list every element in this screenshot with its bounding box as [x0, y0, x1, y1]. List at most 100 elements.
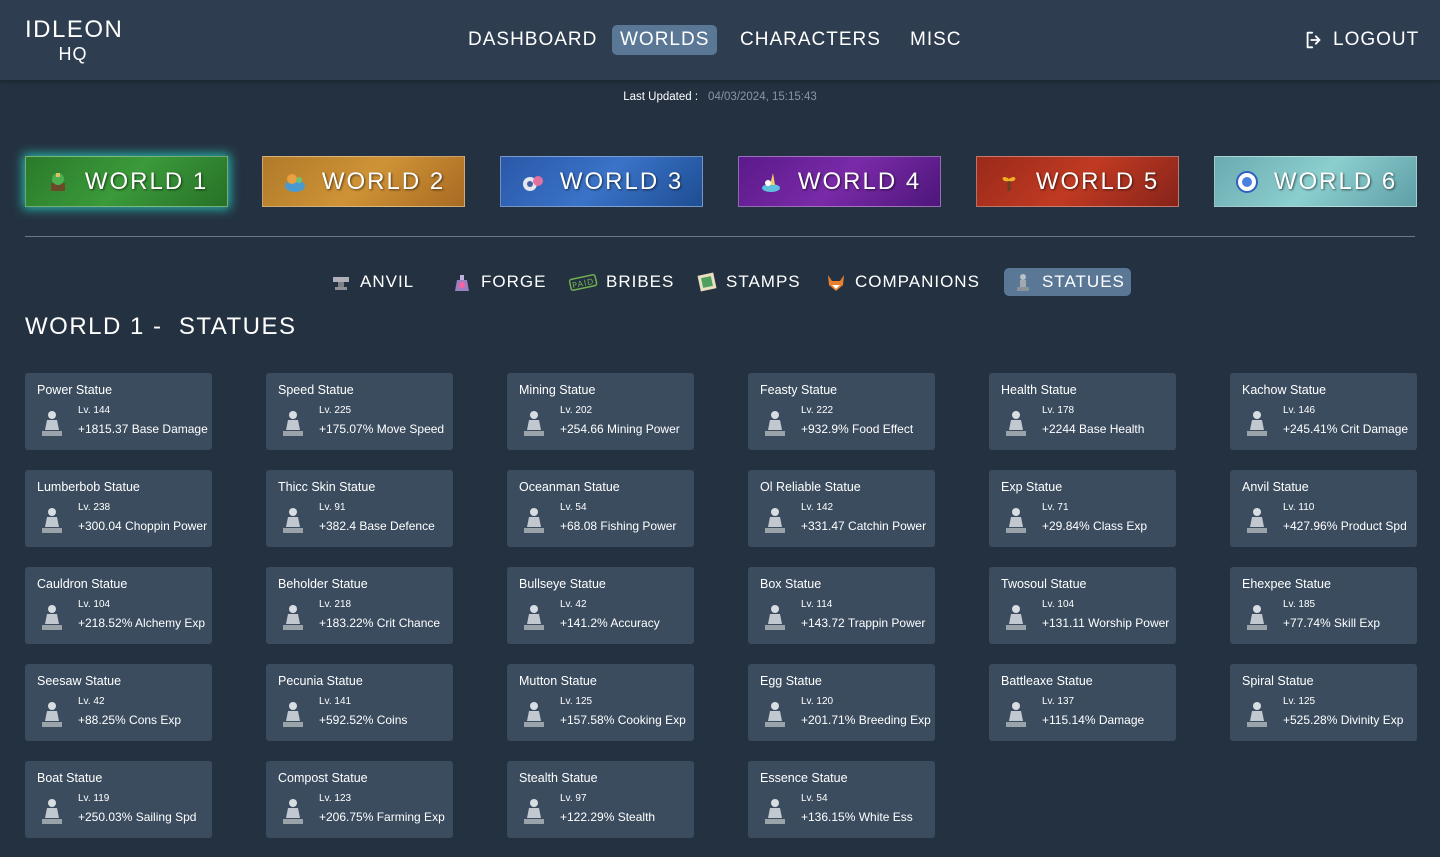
tab-stamps-label: STAMPS — [726, 272, 801, 291]
statue-bonus: +29.84% Class Exp — [1042, 519, 1148, 533]
statue-icon — [283, 411, 303, 436]
statue-card-kachow-statue[interactable]: Kachow Statue Lv. 146 +245.41% Crit Damage — [1230, 373, 1417, 450]
stamp-icon — [697, 272, 717, 292]
statue-card-ol-reliable-statue[interactable]: Ol Reliable Statue Lv. 142 +331.47 Catchin… — [748, 470, 935, 547]
statue-card-ehexpee-statue[interactable]: Ehexpee Statue Lv. 185 +77.74% Skill Exp — [1230, 567, 1417, 644]
world-4-button[interactable]: WORLD 4 — [738, 156, 941, 207]
statue-bonus: +136.15% White Ess — [801, 810, 913, 824]
statue-card-speed-statue[interactable]: Speed Statue Lv. 225 +175.07% Move Speed — [266, 373, 453, 450]
statue-card-spiral-statue[interactable]: Spiral Statue Lv. 125 +525.28% Divinity Ex… — [1230, 664, 1417, 741]
logout-button[interactable]: LOGOUT — [1303, 25, 1419, 55]
tab-anvil-label: ANVIL — [360, 272, 415, 291]
statue-level: Lv. 123 — [319, 793, 352, 804]
world-1-icon — [50, 172, 65, 191]
statue-icon — [283, 799, 303, 824]
statue-level: Lv. 104 — [78, 599, 111, 610]
statue-card-twosoul-statue[interactable]: Twosoul Statue Lv. 104 +131.11 Worship Pow… — [989, 567, 1176, 644]
fox-icon — [828, 275, 844, 291]
statue-level: Lv. 54 — [801, 793, 828, 804]
statue-icon — [42, 702, 62, 727]
statue-level: Lv. 144 — [78, 405, 111, 416]
world-4-label: WORLD 4 — [797, 167, 922, 195]
statue-bonus: +201.71% Breeding Exp — [801, 713, 931, 727]
statue-card-power-statue[interactable]: Power Statue Lv. 144 +1815.37 Base Damage — [25, 373, 212, 450]
statue-name: Lumberbob Statue — [37, 480, 140, 494]
statue-card-boat-statue[interactable]: Boat Statue Lv. 119 +250.03% Sailing Spd — [25, 761, 212, 838]
statue-card-mining-statue[interactable]: Mining Statue Lv. 202 +254.66 Mining Power — [507, 373, 694, 450]
statue-card-mutton-statue[interactable]: Mutton Statue Lv. 125 +157.58% Cooking Exp — [507, 664, 694, 741]
statue-bonus: +245.41% Crit Damage — [1283, 422, 1409, 436]
world-1-button[interactable]: WORLD 1 — [25, 156, 228, 207]
tab-statues[interactable]: STATUES — [1004, 268, 1131, 296]
statue-card-box-statue[interactable]: Box Statue Lv. 114 +143.72 Trappin Power — [748, 567, 935, 644]
world-2-icon — [284, 173, 305, 192]
statue-bonus: +331.47 Catchin Power — [801, 519, 927, 533]
statue-name: Compost Statue — [278, 771, 368, 785]
statue-level: Lv. 137 — [1042, 696, 1075, 707]
logout-icon — [1306, 31, 1321, 49]
world-2-button[interactable]: WORLD 2 — [262, 156, 465, 207]
statue-level: Lv. 125 — [1283, 696, 1316, 707]
statue-icon — [42, 508, 62, 533]
world-1-label: WORLD 1 — [84, 167, 209, 195]
statue-card-oceanman-statue[interactable]: Oceanman Statue Lv. 54 +68.08 Fishing Powe… — [507, 470, 694, 547]
statue-bonus: +1815.37 Base Damage — [78, 422, 208, 436]
statue-name: Power Statue — [37, 383, 113, 397]
statue-bonus: +183.22% Crit Chance — [319, 616, 441, 630]
nav-dashboard[interactable]: DASHBOARD — [460, 25, 605, 55]
statue-card-beholder-statue[interactable]: Beholder Statue Lv. 218 +183.22% Crit Chan… — [266, 567, 453, 644]
world-5-button[interactable]: WORLD 5 — [976, 156, 1179, 207]
world-3-button[interactable]: WORLD 3 — [500, 156, 703, 207]
statue-icon — [42, 411, 62, 436]
statue-bonus: +143.72 Trappin Power — [801, 616, 926, 630]
statue-card-pecunia-statue[interactable]: Pecunia Statue Lv. 141 +592.52% Coins — [266, 664, 453, 741]
statue-icon — [1247, 508, 1267, 533]
statue-name: Ol Reliable Statue — [760, 480, 861, 494]
statue-card-cauldron-statue[interactable]: Cauldron Statue Lv. 104 +218.52% Alchemy E… — [25, 567, 212, 644]
logout-label: LOGOUT — [1333, 29, 1420, 50]
statue-card-lumberbob-statue[interactable]: Lumberbob Statue Lv. 238 +300.04 Choppin P… — [25, 470, 212, 547]
world-3-label: WORLD 3 — [559, 167, 684, 195]
statue-bonus: +88.25% Cons Exp — [78, 713, 182, 727]
world-4-icon — [761, 172, 780, 192]
top-bar: IDLEON HQ DASHBOARD WORLDS CHARACTERS MI… — [0, 0, 1440, 80]
tab-forge-label: FORGE — [481, 272, 547, 291]
statue-card-egg-statue[interactable]: Egg Statue Lv. 120 +201.71% Breeding Exp — [748, 664, 935, 741]
nav-misc[interactable]: MISC — [902, 25, 970, 55]
statue-card-anvil-statue[interactable]: Anvil Statue Lv. 110 +427.96% Product Spd — [1230, 470, 1417, 547]
statue-icon — [283, 702, 303, 727]
world-3-icon — [522, 175, 543, 191]
statue-level: Lv. 104 — [1042, 599, 1075, 610]
statue-level: Lv. 185 — [1283, 599, 1316, 610]
nav-characters[interactable]: CHARACTERS — [732, 25, 889, 55]
statue-card-exp-statue[interactable]: Exp Statue Lv. 71 +29.84% Class Exp — [989, 470, 1176, 547]
tab-anvil[interactable]: ANVIL — [322, 268, 420, 296]
statue-bonus: +157.58% Cooking Exp — [560, 713, 686, 727]
statue-level: Lv. 238 — [78, 502, 111, 513]
world-6-button[interactable]: WORLD 6 — [1214, 156, 1417, 207]
statue-card-feasty-statue[interactable]: Feasty Statue Lv. 222 +932.9% Food Effect — [748, 373, 935, 450]
nav-worlds[interactable]: WORLDS — [612, 25, 718, 55]
statue-card-battleaxe-statue[interactable]: Battleaxe Statue Lv. 137 +115.14% Damage — [989, 664, 1176, 741]
statue-card-thicc-skin-statue[interactable]: Thicc Skin Statue Lv. 91 +382.4 Base Defen… — [266, 470, 453, 547]
statue-icon — [283, 605, 303, 630]
statue-level: Lv. 97 — [560, 793, 587, 804]
statue-icon — [42, 799, 62, 824]
statue-level: Lv. 110 — [1283, 502, 1315, 513]
statue-bonus: +115.14% Damage — [1042, 713, 1145, 727]
statue-name: Oceanman Statue — [519, 480, 620, 494]
statue-card-seesaw-statue[interactable]: Seesaw Statue Lv. 42 +88.25% Cons Exp — [25, 664, 212, 741]
statue-name: Boat Statue — [37, 771, 103, 785]
tab-forge[interactable]: FORGE — [443, 268, 552, 296]
statue-card-compost-statue[interactable]: Compost Statue Lv. 123 +206.75% Farming Ex… — [266, 761, 453, 838]
statue-card-health-statue[interactable]: Health Statue Lv. 178 +2244 Base Health — [989, 373, 1176, 450]
last-updated-label: Last Updated : — [623, 91, 699, 103]
statue-card-essence-statue[interactable]: Essence Statue Lv. 54 +136.15% White Ess — [748, 761, 935, 838]
tab-companions[interactable]: COMPANIONS — [817, 268, 986, 296]
tab-stamps[interactable]: STAMPS — [688, 268, 807, 296]
statue-card-bullseye-statue[interactable]: Bullseye Statue Lv. 42 +141.2% Accuracy — [507, 567, 694, 644]
tab-bribes[interactable]: PAID BRIBES — [560, 268, 680, 296]
statue-card-stealth-statue[interactable]: Stealth Statue Lv. 97 +122.29% Stealth — [507, 761, 694, 838]
section-divider — [25, 236, 1415, 237]
statue-bonus: +525.28% Divinity Exp — [1283, 713, 1404, 727]
